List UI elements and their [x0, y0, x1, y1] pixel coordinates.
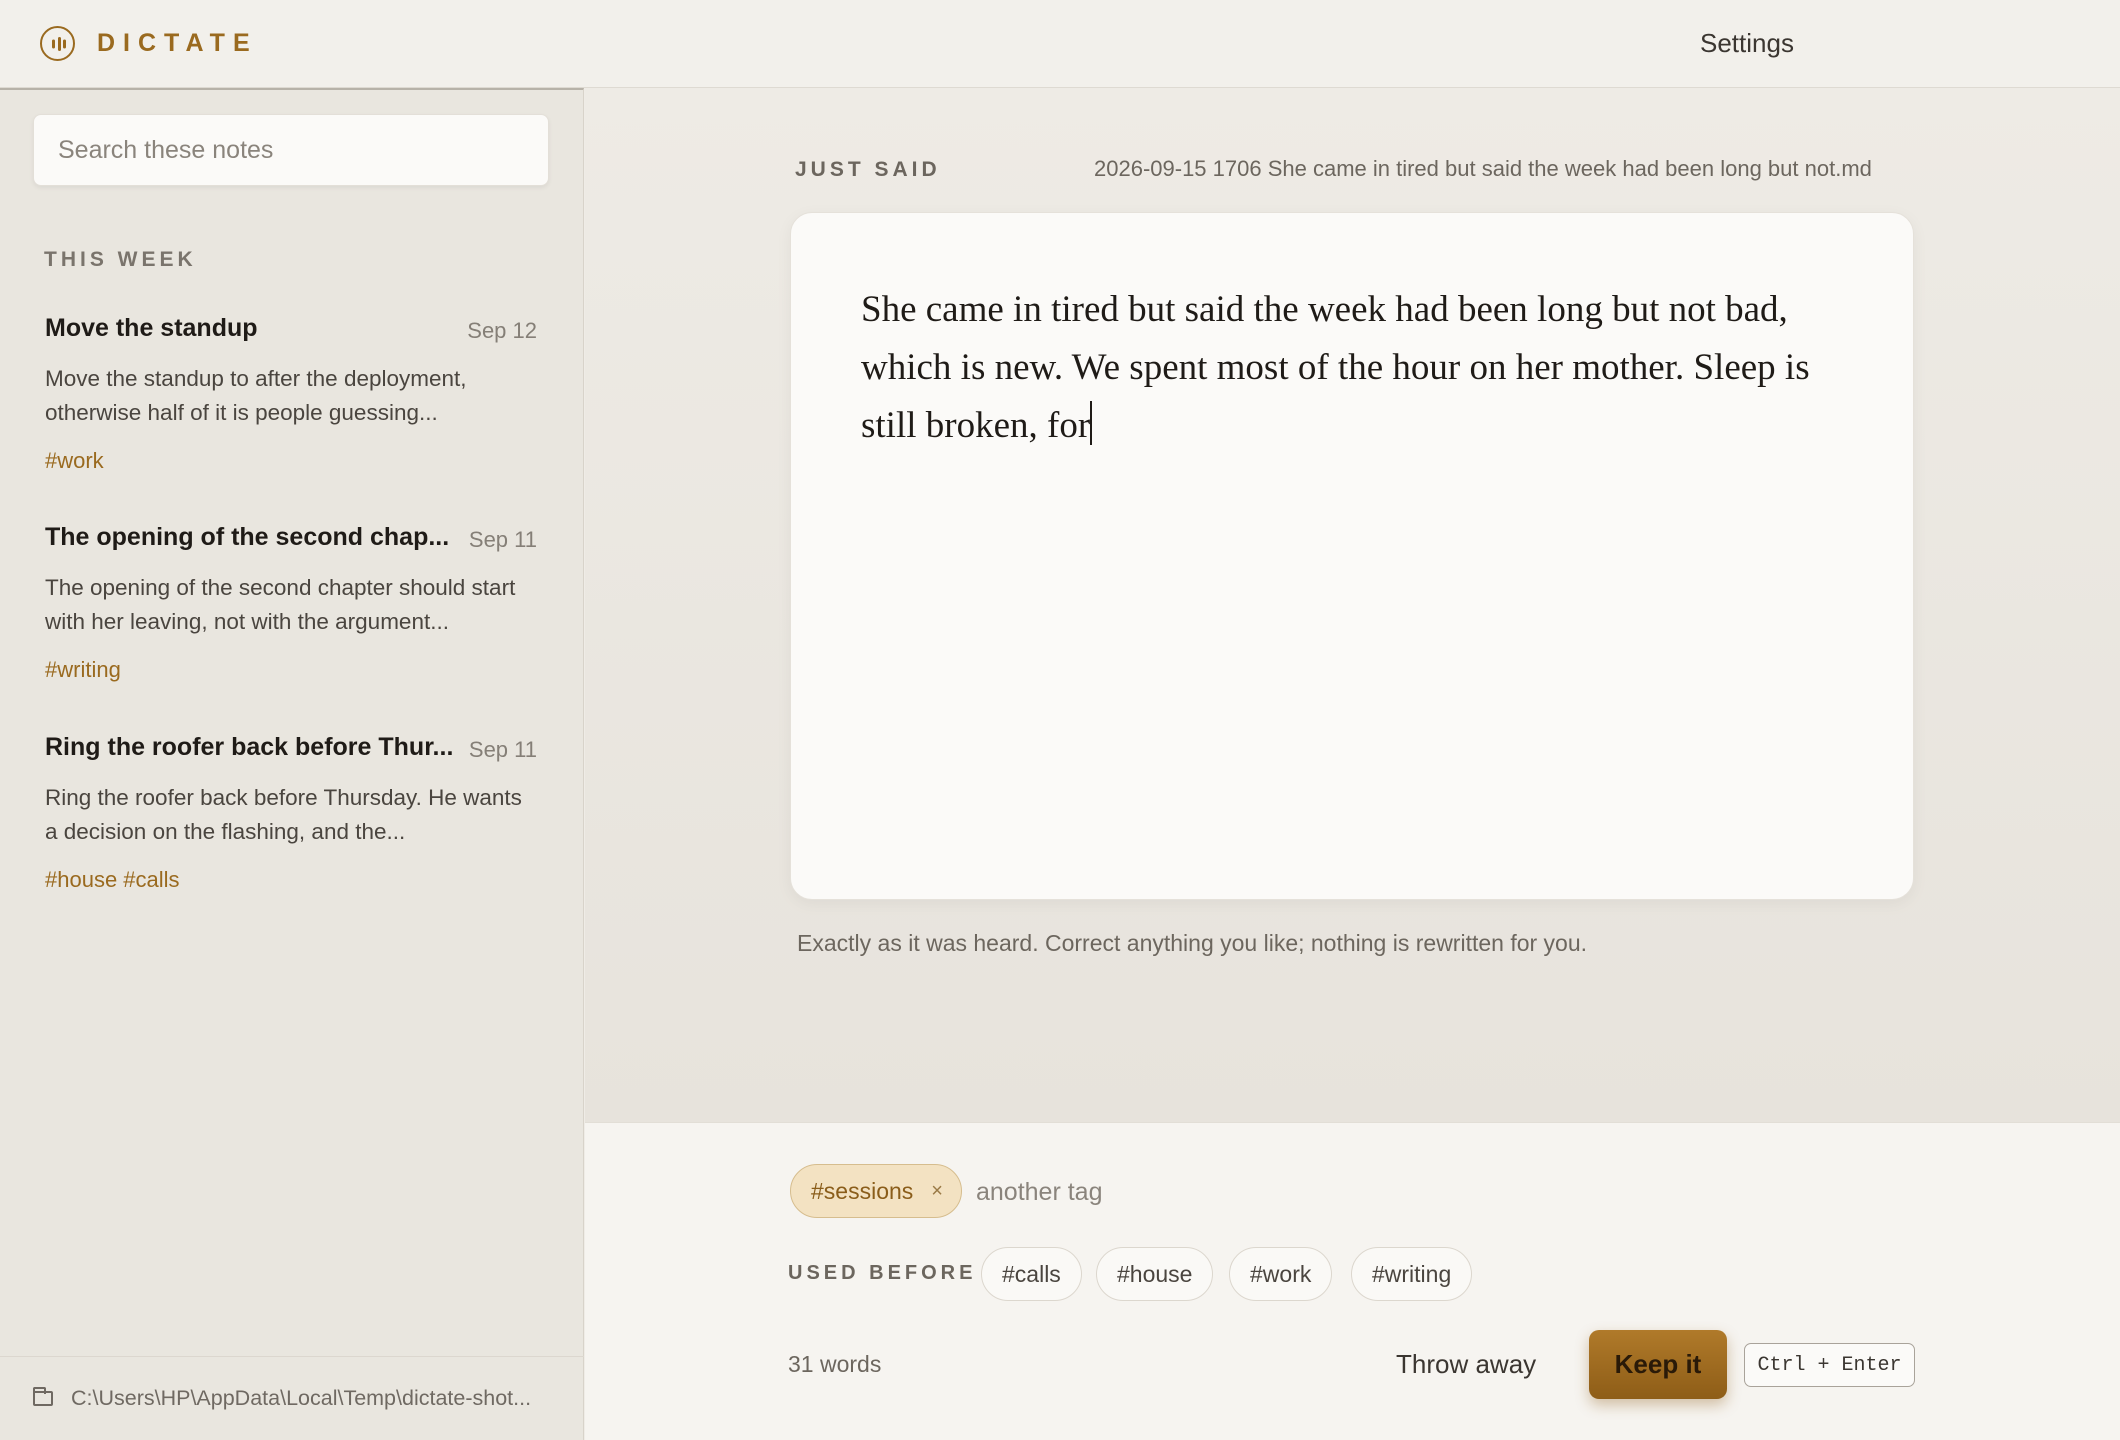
- remove-tag-icon[interactable]: ×: [931, 1180, 943, 1203]
- note-tags: #house #calls: [45, 867, 180, 892]
- tag-input[interactable]: [976, 1170, 1376, 1214]
- note-item[interactable]: Move the standup Sep 12 Move the standup…: [45, 314, 537, 474]
- used-tag-writing[interactable]: #writing: [1351, 1247, 1473, 1301]
- section-label-this-week: THIS WEEK: [44, 248, 197, 271]
- note-preview: The opening of the second chapter should…: [45, 575, 516, 634]
- note-item[interactable]: Ring the roofer back before Thur... Sep …: [45, 733, 537, 893]
- waveform-icon: [40, 26, 75, 61]
- note-date: Sep 11: [468, 737, 537, 762]
- word-count: 31 words: [788, 1351, 882, 1377]
- top-bar: DICTATE Settings: [0, 0, 2120, 88]
- app-name: DICTATE: [97, 29, 258, 57]
- used-tag-work[interactable]: #work: [1229, 1247, 1333, 1301]
- note-preview: Ring the roofer back before Thursday. He…: [45, 785, 522, 844]
- folder-icon: [33, 1387, 53, 1406]
- transcript-text[interactable]: She came in tired but said the week had …: [861, 289, 1810, 446]
- text-caret: [1090, 401, 1093, 445]
- filename: 2026-09-15 1706 She came in tired but sa…: [1094, 156, 1872, 181]
- note-tags: #work: [45, 448, 104, 473]
- note-date: Sep 12: [467, 318, 537, 343]
- used-before-label: USED BEFORE: [788, 1262, 977, 1284]
- sidebar: THIS WEEK Move the standup Sep 12 Move t…: [0, 88, 584, 1440]
- note-date: Sep 11: [468, 527, 537, 552]
- keyboard-shortcut-hint: Ctrl + Enter: [1744, 1343, 1915, 1387]
- throw-away-button[interactable]: Throw away: [1396, 1349, 1536, 1380]
- note-item[interactable]: The opening of the second chap... Sep 11…: [45, 523, 537, 683]
- note-tags: #writing: [45, 657, 121, 682]
- used-tag-calls[interactable]: #calls: [981, 1247, 1082, 1301]
- keep-it-button[interactable]: Keep it: [1589, 1330, 1727, 1399]
- settings-link[interactable]: Settings: [1700, 28, 1794, 59]
- search-input[interactable]: [33, 114, 549, 186]
- transcript-editor[interactable]: She came in tired but said the week had …: [790, 212, 1914, 900]
- note-preview: Move the standup to after the deployment…: [45, 366, 467, 425]
- tag-chip-label: #sessions: [811, 1177, 914, 1204]
- note-title: Move the standup: [45, 314, 258, 342]
- used-tag-house[interactable]: #house: [1096, 1247, 1214, 1301]
- storage-path[interactable]: C:\Users\HP\AppData\Local\Temp\dictate-s…: [0, 1356, 584, 1440]
- editor-label: JUST SAID: [795, 158, 941, 181]
- editor-hint: Exactly as it was heard. Correct anythin…: [797, 930, 1588, 956]
- note-title: Ring the roofer back before Thur...: [45, 733, 454, 761]
- note-title: The opening of the second chap...: [45, 523, 450, 551]
- storage-path-text: C:\Users\HP\AppData\Local\Temp\dictate-s…: [71, 1386, 532, 1410]
- brand: DICTATE: [40, 26, 258, 61]
- tag-chip-sessions[interactable]: #sessions ×: [790, 1164, 962, 1218]
